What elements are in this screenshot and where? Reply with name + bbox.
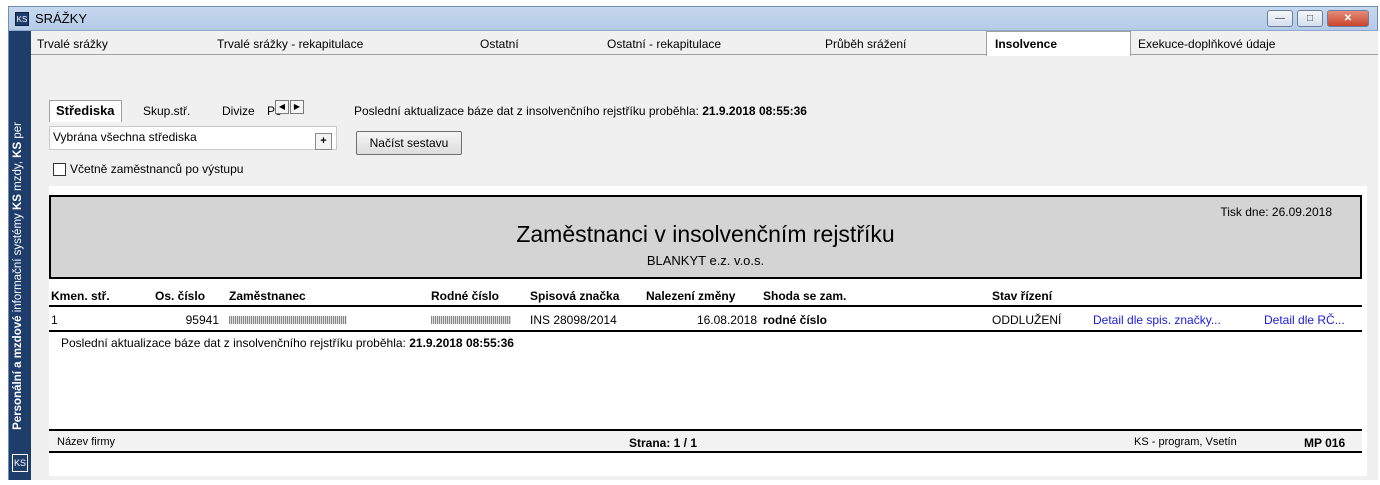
col-kmen-str: Kmen. stř. <box>51 289 110 303</box>
col-zamestnanec: Zaměstnanec <box>229 289 306 303</box>
last-update-info: Poslední aktualizace báze dat z insolven… <box>354 104 807 118</box>
sidebar-brand-text: Personální a mzdové informační systémy K… <box>12 122 24 430</box>
print-date: Tisk dne: 26.09.2018 <box>1220 205 1332 219</box>
cell-stav-rizeni: ODDLUŽENÍ <box>992 313 1062 327</box>
footer-program: KS - program, Vsetín <box>1134 436 1237 448</box>
ks-logo-icon: KS <box>12 454 28 472</box>
detail-by-birth-number-link[interactable]: Detail dle RČ... <box>1264 313 1345 327</box>
strediska-selected-value: Vybrána všechna střediska <box>53 130 197 144</box>
cell-rodne-cislo-redacted <box>431 313 511 327</box>
subtab-strediska[interactable]: Střediska <box>49 100 122 122</box>
close-button[interactable]: ✕ <box>1327 10 1369 27</box>
report-last-update: Poslední aktualizace báze dat z insolven… <box>61 336 514 350</box>
footer-report-code: MP 016 <box>1304 436 1346 450</box>
subtab-scroll-right-icon[interactable]: ▶ <box>290 100 304 114</box>
col-os-cislo: Os. číslo <box>155 289 206 303</box>
report-column-headers: Kmen. stř. Os. číslo Zaměstnanec Rodné č… <box>49 289 1362 307</box>
cell-spisova-znacka: INS 28098/2014 <box>530 313 617 327</box>
app-window: KS SRÁŽKY — □ ✕ Personální a mzdové info… <box>8 6 1378 480</box>
cell-kmen-str: 1 <box>51 313 58 327</box>
col-shoda-se-zam: Shoda se zam. <box>763 289 847 303</box>
app-logo-icon: KS <box>15 12 29 26</box>
tab-insolvence[interactable]: Insolvence <box>986 31 1131 56</box>
tab-ostatni-rekapitulace[interactable]: Ostatní - rekapitulace <box>603 34 818 55</box>
col-nalezeni-zmeny: Nalezení změny <box>646 289 736 303</box>
detail-by-case-number-link[interactable]: Detail dle spis. značky... <box>1093 313 1221 327</box>
report-header: Tisk dne: 26.09.2018 Zaměstnanci v insol… <box>49 195 1362 279</box>
report-view: Tisk dne: 26.09.2018 Zaměstnanci v insol… <box>49 186 1367 476</box>
subtab-divize[interactable]: Divize <box>222 104 255 118</box>
tab-ostatni[interactable]: Ostatní <box>476 34 601 55</box>
report-page-footer: Název firmy Strana: 1 / 1 KS - program, … <box>49 429 1362 453</box>
tab-prubeh-srazeni[interactable]: Průběh srážení <box>821 34 986 55</box>
subtab-skup-str[interactable]: Skup.stř. <box>143 104 190 118</box>
minimize-button[interactable]: — <box>1267 10 1293 27</box>
col-rodne-cislo: Rodné číslo <box>431 289 500 303</box>
report-title: Zaměstnanci v insolvenčním rejstříku <box>516 221 895 247</box>
include-former-employees-checkbox[interactable] <box>53 163 66 176</box>
cell-shoda-se-zam: rodné číslo <box>763 313 828 327</box>
add-stredisko-button[interactable]: + <box>315 133 332 150</box>
tab-exekuce-doplnkove-udaje[interactable]: Exekuce-doplňkové údaje <box>1134 34 1374 55</box>
col-stav-rizeni: Stav řízení <box>992 289 1053 303</box>
sidebar-branding: Personální a mzdové informační systémy K… <box>9 31 31 480</box>
cell-nalezeni-zmeny: 16.08.2018 <box>696 313 757 327</box>
footer-firm-name: Název firmy <box>57 436 116 448</box>
include-former-employees-label: Včetně zaměstnanců po výstupu <box>70 162 244 176</box>
table-row: 1 95941 INS 28098/2014 16.08.2018 rodné … <box>49 310 1362 332</box>
col-spisova-znacka: Spisová značka <box>530 289 620 303</box>
tab-trvale-srazky[interactable]: Trvalé srážky <box>33 34 213 55</box>
subtab-scroll-left-icon[interactable]: ◀ <box>275 100 289 114</box>
tab-bar: Trvalé srážky Trvalé srážky - rekapitula… <box>31 31 1378 56</box>
load-report-button[interactable]: Načíst sestavu <box>356 131 462 155</box>
window-title: SRÁŽKY <box>35 11 88 26</box>
report-company: BLANKYT e.z. v.o.s. <box>646 253 765 268</box>
cell-zamestnanec-redacted <box>229 313 347 327</box>
footer-page-number: Strana: 1 / 1 <box>629 436 698 450</box>
cell-os-cislo: 95941 <box>185 313 219 327</box>
tab-trvale-srazky-rekapitulace[interactable]: Trvalé srážky - rekapitulace <box>213 34 473 55</box>
maximize-button[interactable]: □ <box>1297 10 1323 27</box>
title-bar: KS SRÁŽKY — □ ✕ <box>9 7 1377 31</box>
